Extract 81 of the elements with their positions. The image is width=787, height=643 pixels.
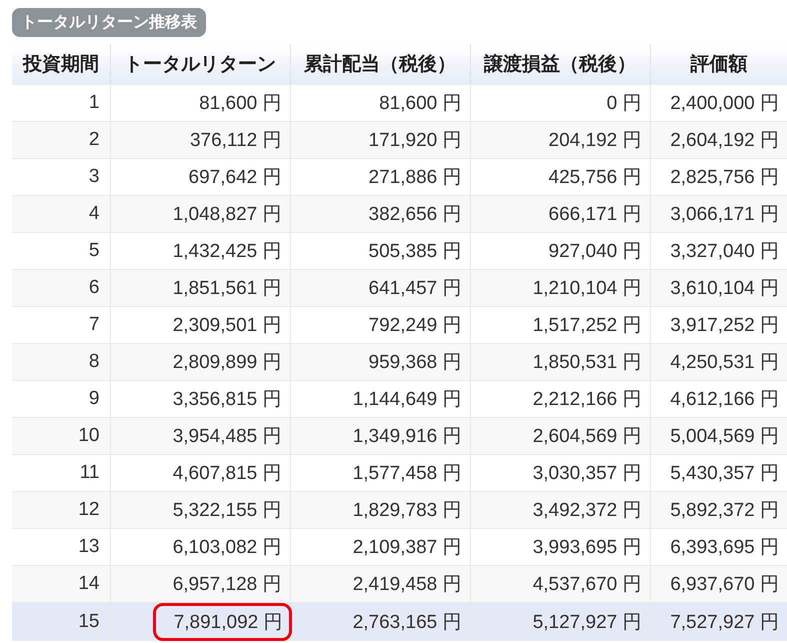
table-cell: 2,825,756 円 — [670, 167, 779, 188]
column-header: 投資期間 — [12, 44, 110, 84]
table-cell: 1,850,531 円 — [532, 352, 642, 373]
table-cell: 1,144,649 円 — [352, 389, 462, 410]
table-cell: 7,527,927 円 — [670, 612, 779, 633]
table-cell: 1,829,783 円 — [352, 500, 462, 521]
table-cell: 6,937,670 円 — [670, 574, 779, 595]
table-cell: 4,250,531 円 — [670, 352, 779, 373]
table-cell: 927,040 円 — [548, 241, 642, 262]
table-cell: 13 — [78, 536, 100, 557]
table-cell: 14 — [78, 573, 100, 594]
column-header: 譲渡損益（税後） — [470, 44, 650, 84]
column-header: 累計配当（税後） — [290, 44, 470, 84]
table-cell: 2,309,501 円 — [172, 315, 282, 336]
table-cell: 1,432,425 円 — [172, 241, 282, 262]
table-cell: 425,756 円 — [548, 167, 642, 188]
table-cell: 4,612,166 円 — [670, 389, 779, 410]
table-cell: 2,212,166 円 — [532, 389, 642, 410]
table-cell: 204,192 円 — [548, 130, 642, 151]
table-cell: 9 — [88, 388, 100, 409]
column-header: 評価額 — [650, 44, 787, 84]
column-header: トータルリターン — [110, 44, 290, 84]
table-cell: 2 — [88, 129, 100, 150]
table-cell: 382,656 円 — [368, 204, 462, 225]
table-cell: 2,604,569 円 — [532, 426, 642, 447]
table-cell: 641,457 円 — [368, 278, 462, 299]
table-cell: 81,600 円 — [199, 93, 282, 114]
table-cell: 8 — [88, 351, 100, 372]
table-cell: 81,600 円 — [379, 93, 462, 114]
table-cell: 3,917,252 円 — [670, 315, 779, 336]
table-cell: 1,517,252 円 — [532, 315, 642, 336]
table-cell: 4 — [88, 203, 100, 224]
table-cell: 2,419,458 円 — [352, 574, 462, 595]
table-cell: 792,249 円 — [368, 315, 462, 336]
table-cell: 5,322,155 円 — [172, 500, 282, 521]
table-cell: 1,577,458 円 — [352, 463, 462, 484]
table-cell: 2,763,165 円 — [352, 612, 462, 633]
table-cell: 3 — [88, 166, 100, 187]
table-cell: 3,066,171 円 — [670, 204, 779, 225]
table-cell: 2,604,192 円 — [670, 130, 779, 151]
table-cell: 1 — [88, 92, 100, 113]
table-cell: 376,112 円 — [190, 130, 282, 151]
table-cell: 2,809,899 円 — [172, 352, 282, 373]
table-cell: 6,393,695 円 — [670, 537, 779, 558]
table-cell: 271,886 円 — [368, 167, 462, 188]
table-cell: 1,349,916 円 — [352, 426, 462, 447]
table-cell: 3,610,104 円 — [670, 278, 779, 299]
table-cell: 4,607,815 円 — [172, 463, 282, 484]
table-cell: 5,127,927 円 — [532, 612, 642, 633]
table-cell: 505,385 円 — [368, 241, 462, 262]
table-cell: 6,957,128 円 — [172, 574, 282, 595]
table-cell: 15 — [78, 611, 100, 632]
table-title: トータルリターン推移表 — [12, 8, 206, 37]
table-cell: 3,327,040 円 — [670, 241, 779, 262]
table-cell: 0 円 — [606, 93, 642, 114]
table-cell: 11 — [80, 462, 100, 483]
table-cell: 1,851,561 円 — [172, 278, 282, 299]
table-cell: 5 — [88, 240, 100, 261]
table-cell: 1,048,827 円 — [172, 204, 282, 225]
table-cell: 2,109,387 円 — [352, 537, 462, 558]
table-cell: 3,993,695 円 — [532, 537, 642, 558]
table-cell: 6,103,082 円 — [172, 537, 282, 558]
table-cell: 3,492,372 円 — [532, 500, 642, 521]
table-cell: 7 — [88, 314, 100, 335]
table-cell: 666,171 円 — [548, 204, 642, 225]
table-cell: 4,537,670 円 — [532, 574, 642, 595]
table-cell: 5,004,569 円 — [670, 426, 779, 447]
table-cell: 3,030,357 円 — [532, 463, 642, 484]
table-cell: 10 — [78, 425, 100, 446]
table-cell: 12 — [78, 499, 100, 520]
table-cell: 5,892,372 円 — [670, 500, 779, 521]
table-cell: 171,920 円 — [368, 130, 462, 151]
table-cell: 6 — [88, 277, 100, 298]
table-cell: 697,642 円 — [188, 167, 282, 188]
table-cell: 1,210,104 円 — [532, 278, 642, 299]
table-cell: 5,430,357 円 — [670, 463, 779, 484]
table-cell: 959,368 円 — [368, 352, 462, 373]
table-cell: 3,954,485 円 — [172, 426, 282, 447]
table-cell: 3,356,815 円 — [172, 389, 282, 410]
circled-value: 7,891,092 円 — [152, 603, 292, 641]
table-cell: 2,400,000 円 — [670, 93, 779, 114]
